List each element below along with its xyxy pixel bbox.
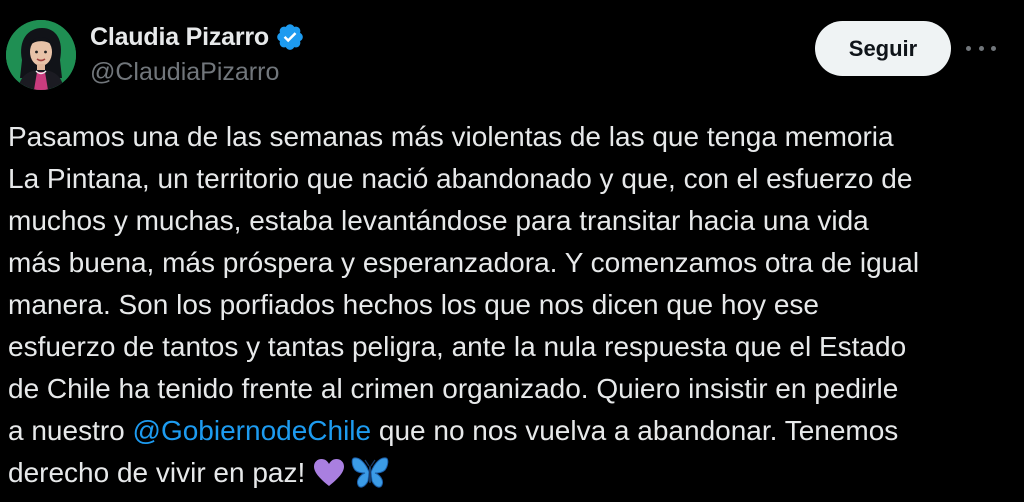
- tweet-line-with-mention: a nuestro @GobiernodeChile que no nos vu…: [8, 410, 1018, 452]
- tweet-line: más buena, más próspera y esperanzadora.…: [8, 247, 920, 278]
- tweet-header: Claudia Pizarro @ClaudiaPizarro Seguir: [0, 0, 1024, 100]
- tweet-line: de Chile ha tenido frente al crimen orga…: [8, 373, 899, 404]
- more-dot: [966, 45, 971, 51]
- more-dot: [978, 45, 984, 51]
- author-name-row: Claudia Pizarro: [90, 20, 305, 54]
- author-handle[interactable]: @ClaudiaPizarro: [90, 58, 279, 87]
- avatar-portrait-icon: [6, 20, 76, 90]
- author-display-name[interactable]: Claudia Pizarro: [90, 23, 269, 52]
- avatar[interactable]: [6, 20, 76, 90]
- more-options-icon[interactable]: [966, 36, 996, 60]
- mention-link[interactable]: @GobiernodeChile: [133, 415, 372, 446]
- tweet-text-fragment: derecho de vivir en paz!: [8, 457, 306, 488]
- tweet-text-fragment: a nuestro: [8, 415, 133, 446]
- verified-badge-icon[interactable]: [275, 22, 305, 52]
- tweet-line: La Pintana, un territorio que nació aban…: [8, 163, 913, 194]
- tweet-line: Pasamos una de las semanas más violentas…: [8, 121, 894, 152]
- more-dot: [991, 45, 996, 51]
- tweet-text: Pasamos una de las semanas más violentas…: [8, 116, 1018, 494]
- tweet-line: esfuerzo de tantos y tantas peligra, ant…: [8, 331, 907, 362]
- tweet-line-last: derecho de vivir en paz!: [8, 452, 1018, 494]
- purple-heart-icon: [313, 458, 345, 488]
- tweet-text-fragment: que no nos vuelva a abandonar. Tenemos: [371, 415, 899, 446]
- follow-button[interactable]: Seguir: [815, 21, 951, 76]
- tweet-line: muchos y muchas, estaba levantándose par…: [8, 205, 869, 236]
- tweet-line: manera. Son los porfiados hechos los que…: [8, 289, 819, 320]
- butterfly-icon: [351, 456, 389, 490]
